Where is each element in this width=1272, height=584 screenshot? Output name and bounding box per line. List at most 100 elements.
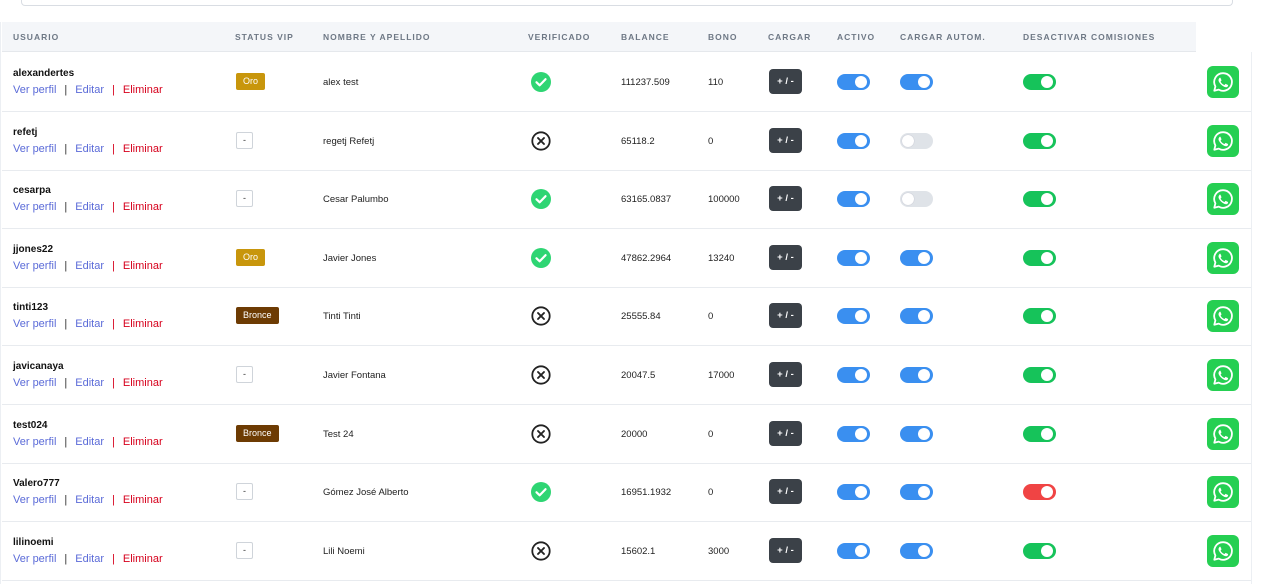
editar-link[interactable]: Editar [75,260,104,272]
whatsapp-icon[interactable] [1207,183,1239,216]
desactivar-comisiones-toggle[interactable] [1023,484,1056,501]
bono-value: 0 [708,487,714,499]
editar-link[interactable]: Editar [75,318,104,330]
desactivar-comisiones-toggle[interactable] [1023,367,1056,383]
whatsapp-icon[interactable] [1207,359,1239,391]
full-name: regetj Refetj [323,135,375,147]
cargar-button[interactable]: + / - [769,244,802,270]
desactivar-comisiones-toggle[interactable] [1023,249,1056,266]
table-row: lilinoemi Ver perfil | Editar | Eliminar - Lili… [2,522,1252,581]
whatsapp-icon[interactable] [1207,534,1239,567]
cargar-button[interactable]: + / - [769,186,802,212]
desactivar-comisiones-toggle[interactable] [1023,74,1056,90]
not-verified-x-icon [531,365,551,385]
cargar-button[interactable]: + / - [769,420,802,446]
verified-check-icon [531,189,551,210]
col-cargar-autom: CARGAR AUTOM. [900,32,986,42]
ver-perfil-link[interactable]: Ver perfil [13,436,56,448]
eliminar-link[interactable]: Eliminar [123,436,163,448]
cargar-button[interactable]: + / - [769,479,802,505]
activo-toggle[interactable] [837,74,870,90]
cargar-button[interactable]: + / - [769,362,802,387]
eliminar-link[interactable]: Eliminar [123,318,163,330]
not-verified-x-icon [531,423,551,444]
editar-link[interactable]: Editar [75,201,104,213]
cargar-autom-toggle[interactable] [900,425,933,442]
desactivar-comisiones-toggle[interactable] [1023,425,1056,442]
editar-link[interactable]: Editar [75,436,104,448]
eliminar-link[interactable]: Eliminar [123,553,163,565]
whatsapp-icon[interactable] [1207,417,1239,450]
toggle-knob [918,310,930,323]
activo-toggle[interactable] [837,425,870,442]
bono-value: 3000 [708,545,730,557]
whatsapp-icon[interactable] [1207,300,1239,333]
eliminar-link[interactable]: Eliminar [123,84,163,96]
editar-link[interactable]: Editar [75,377,104,389]
toggle-knob [1041,486,1053,499]
cargar-button[interactable]: + / - [769,303,802,329]
editar-link[interactable]: Editar [75,84,104,96]
whatsapp-icon[interactable] [1207,241,1239,274]
cargar-autom-toggle[interactable] [900,249,933,266]
ver-perfil-link[interactable]: Ver perfil [13,553,56,565]
separator: | [64,84,68,96]
separator: | [64,259,68,272]
toggle-knob [855,251,867,264]
ver-perfil-link[interactable]: Ver perfil [13,318,56,330]
eliminar-link[interactable]: Eliminar [123,260,163,272]
whatsapp-icon[interactable] [1207,476,1239,509]
desactivar-comisiones-toggle[interactable] [1023,308,1056,325]
ver-perfil-link[interactable]: Ver perfil [13,143,56,155]
username: javicanaya [13,361,64,372]
editar-link[interactable]: Editar [75,494,104,506]
editar-link[interactable]: Editar [75,143,104,155]
eliminar-link[interactable]: Eliminar [123,494,163,506]
cargar-autom-toggle[interactable] [900,191,933,208]
activo-toggle[interactable] [837,132,870,149]
activo-toggle[interactable] [837,484,870,501]
activo-toggle[interactable] [837,308,870,325]
activo-toggle[interactable] [837,249,870,266]
ver-perfil-link[interactable]: Ver perfil [13,260,56,272]
cargar-button[interactable]: + / - [769,69,802,94]
toggle-knob [855,134,867,147]
toggle-knob [918,369,930,381]
full-name: Cesar Palumbo [323,194,389,206]
editar-link[interactable]: Editar [75,553,104,565]
toggle-knob [855,544,867,557]
cargar-autom-toggle[interactable] [900,74,933,90]
cargar-autom-toggle[interactable] [900,484,933,501]
row-actions: Ver perfil | Editar | Eliminar [13,377,163,389]
eliminar-link[interactable]: Eliminar [123,201,163,213]
activo-toggle[interactable] [837,542,870,559]
activo-toggle[interactable] [837,191,870,208]
desactivar-comisiones-toggle[interactable] [1023,191,1056,208]
col-activo: ACTIVO [837,32,876,42]
whatsapp-icon[interactable] [1207,66,1239,98]
cargar-autom-toggle[interactable] [900,132,933,149]
ver-perfil-link[interactable]: Ver perfil [13,84,56,96]
ver-perfil-link[interactable]: Ver perfil [13,494,56,506]
whatsapp-icon[interactable] [1207,124,1239,157]
bono-value: 100000 [708,194,740,206]
cargar-autom-toggle[interactable] [900,367,933,383]
activo-toggle[interactable] [837,367,870,383]
row-actions: Ver perfil | Editar | Eliminar [13,84,163,96]
col-balance: BALANCE [621,32,670,42]
toggle-knob [855,486,867,499]
eliminar-link[interactable]: Eliminar [123,377,163,389]
vip-status-badge: Oro [236,248,266,266]
desactivar-comisiones-toggle[interactable] [1023,132,1056,149]
cargar-autom-toggle[interactable] [900,542,933,559]
cargar-button[interactable]: + / - [769,537,802,563]
bono-value: 17000 [708,370,735,381]
ver-perfil-link[interactable]: Ver perfil [13,377,56,389]
toggle-knob [918,251,930,264]
cargar-button[interactable]: + / - [769,127,802,153]
desactivar-comisiones-toggle[interactable] [1023,542,1056,559]
ver-perfil-link[interactable]: Ver perfil [13,201,56,213]
cargar-autom-toggle[interactable] [900,308,933,325]
username: cesarpa [13,185,51,197]
eliminar-link[interactable]: Eliminar [123,143,163,155]
